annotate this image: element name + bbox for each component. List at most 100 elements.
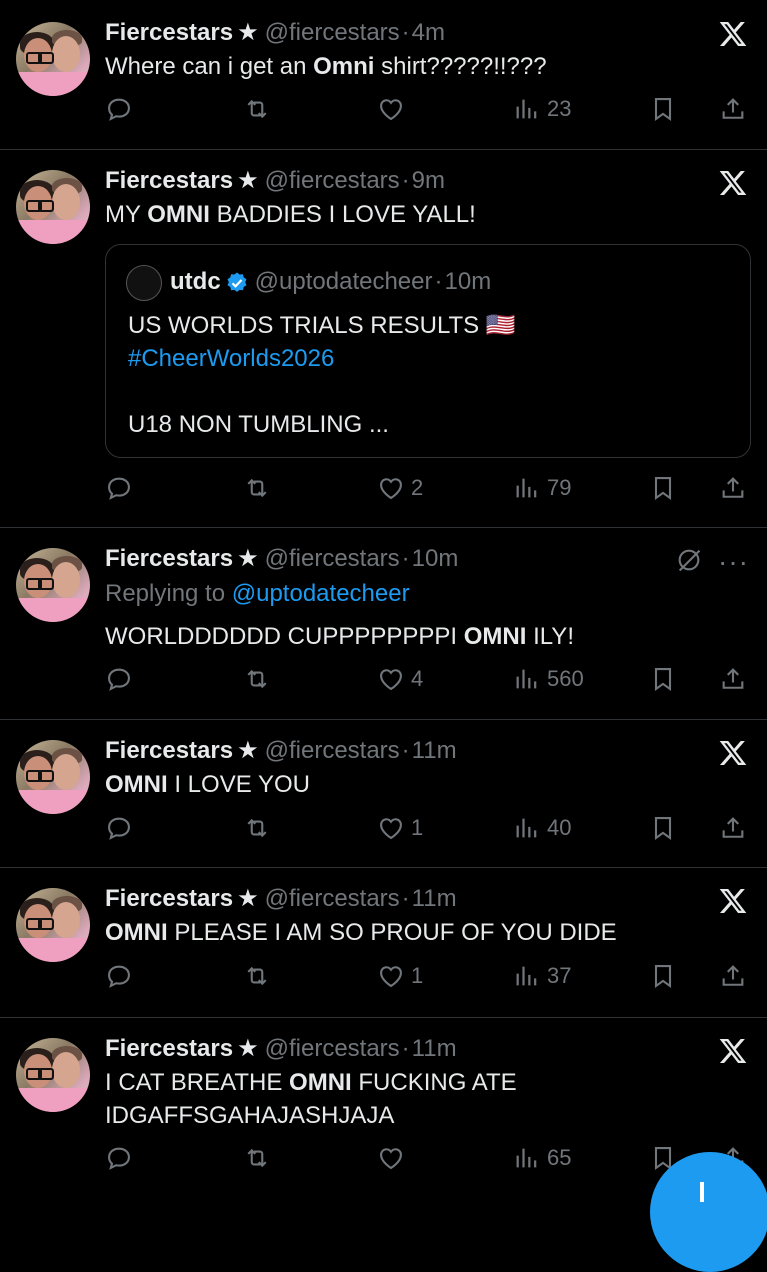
reply-button[interactable] [105, 960, 133, 992]
timestamp[interactable]: 10m [412, 545, 459, 572]
author-name[interactable]: Fiercestars [105, 167, 233, 194]
reply-icon [105, 95, 133, 123]
views-count: 65 [547, 1145, 572, 1170]
author-name[interactable]: Fiercestars [105, 1035, 233, 1062]
tweet-header: Fiercestars ★ @fiercestars·10m [105, 544, 458, 574]
reply-button[interactable] [105, 472, 133, 504]
avatar[interactable] [16, 888, 90, 962]
star-badge: ★ [237, 737, 259, 764]
author-handle[interactable]: @fiercestars [265, 19, 400, 46]
retweet-button[interactable] [243, 93, 271, 125]
retweet-button[interactable] [243, 663, 271, 695]
views-count: 79 [547, 475, 572, 500]
author-handle[interactable]: @fiercestars [265, 885, 400, 912]
reply-button[interactable] [105, 1142, 133, 1174]
reply-button[interactable] [105, 663, 133, 695]
share-icon [719, 962, 747, 990]
share-icon [719, 814, 747, 842]
like-icon [377, 95, 405, 123]
timestamp[interactable]: 4m [412, 19, 445, 46]
views-button[interactable]: 37 [513, 960, 571, 992]
author-name[interactable]: Fiercestars [105, 885, 233, 912]
views-icon [513, 474, 541, 502]
tweet-header: Fiercestars ★ @fiercestars·11m [105, 884, 457, 914]
reply-handle-link[interactable]: @uptodatecheer [232, 580, 410, 607]
compose-button[interactable] [650, 1152, 767, 1272]
views-icon [513, 814, 541, 842]
quoted-timestamp[interactable]: 10m [445, 268, 492, 295]
views-button[interactable]: 560 [513, 663, 584, 695]
like-button[interactable]: 1 [377, 960, 423, 992]
retweet-button[interactable] [243, 1142, 271, 1174]
separator: · [401, 885, 410, 912]
views-button[interactable]: 23 [513, 93, 571, 125]
quoted-author-name[interactable]: utdc [170, 268, 221, 295]
timestamp[interactable]: 11m [412, 885, 457, 912]
retweet-button[interactable] [243, 960, 271, 992]
quoted-header: utdc @uptodatecheer·10m [170, 267, 491, 297]
author-handle[interactable]: @fiercestars [265, 167, 400, 194]
timestamp[interactable]: 9m [412, 167, 445, 194]
views-icon [513, 95, 541, 123]
reply-button[interactable] [105, 93, 133, 125]
like-button[interactable] [377, 93, 405, 125]
more-icon[interactable]: ··· [718, 548, 749, 576]
tweet-text: OMNI PLEASE I AM SO PROUF OF YOU DIDE [105, 919, 617, 946]
share-button[interactable] [719, 663, 747, 695]
author-name[interactable]: Fiercestars [105, 545, 233, 572]
bookmark-button[interactable] [649, 472, 677, 504]
quoted-avatar[interactable] [126, 265, 162, 301]
quoted-author-handle[interactable]: @uptodatecheer [255, 268, 433, 295]
author-name[interactable]: Fiercestars [105, 19, 233, 46]
hashtag-link[interactable]: #CheerWorlds2026 [128, 342, 516, 375]
avatar[interactable] [16, 740, 90, 814]
reply-icon [105, 1144, 133, 1172]
avatar[interactable] [16, 22, 90, 96]
tweet[interactable]: Fiercestars ★ @fiercestars·9m MY OMNI BADD… [0, 150, 767, 528]
views-button[interactable]: 79 [513, 472, 571, 504]
bookmark-button[interactable] [649, 960, 677, 992]
quoted-text: US WORLDS TRIALS RESULTS 🇺🇸 #CheerWorlds… [128, 309, 516, 441]
retweet-button[interactable] [243, 812, 271, 844]
views-button[interactable]: 65 [513, 1142, 571, 1174]
bookmark-button[interactable] [649, 663, 677, 695]
share-button[interactable] [719, 812, 747, 844]
tweet-actions: 1 40 [105, 812, 745, 844]
tweet[interactable]: Fiercestars ★ @fiercestars·11m OMNI I LOVE… [0, 720, 767, 868]
like-button[interactable]: 1 [377, 812, 423, 844]
timestamp[interactable]: 11m [412, 737, 457, 764]
author-handle[interactable]: @fiercestars [265, 1035, 400, 1062]
views-button[interactable]: 40 [513, 812, 571, 844]
views-count: 23 [547, 96, 572, 121]
author-name[interactable]: Fiercestars [105, 737, 233, 764]
reply-button[interactable] [105, 812, 133, 844]
reply-icon [105, 665, 133, 693]
tweet-actions: 23 [105, 93, 745, 125]
timestamp[interactable]: 11m [412, 1035, 457, 1062]
retweet-button[interactable] [243, 472, 271, 504]
avatar[interactable] [16, 170, 90, 244]
bookmark-button[interactable] [649, 812, 677, 844]
star-badge: ★ [237, 19, 259, 46]
tweet-actions: 2 79 [105, 472, 745, 504]
author-handle[interactable]: @fiercestars [265, 737, 400, 764]
share-button[interactable] [719, 93, 747, 125]
bookmark-button[interactable] [649, 93, 677, 125]
share-button[interactable] [719, 472, 747, 504]
like-button[interactable] [377, 1142, 405, 1174]
tweet[interactable]: Fiercestars ★ @fiercestars·4m Where can i … [0, 0, 767, 150]
like-button[interactable]: 2 [377, 472, 423, 504]
like-icon [377, 665, 405, 693]
retweet-icon [243, 665, 271, 693]
reply-icon [105, 474, 133, 502]
tweet[interactable]: Fiercestars ★ @fiercestars·11m OMNI PLEASE… [0, 868, 767, 1018]
tweet[interactable]: Fiercestars ★ @fiercestars·11m I CAT BREAT… [0, 1018, 767, 1200]
author-handle[interactable]: @fiercestars [265, 545, 400, 572]
like-button[interactable]: 4 [377, 663, 423, 695]
avatar[interactable] [16, 548, 90, 622]
grok-slash-icon[interactable] [675, 546, 703, 574]
quoted-tweet[interactable]: utdc @uptodatecheer·10m US WORLDS TRIALS … [105, 244, 751, 458]
share-button[interactable] [719, 960, 747, 992]
avatar[interactable] [16, 1038, 90, 1112]
tweet[interactable]: Fiercestars ★ @fiercestars·10m ··· Replyin… [0, 528, 767, 720]
